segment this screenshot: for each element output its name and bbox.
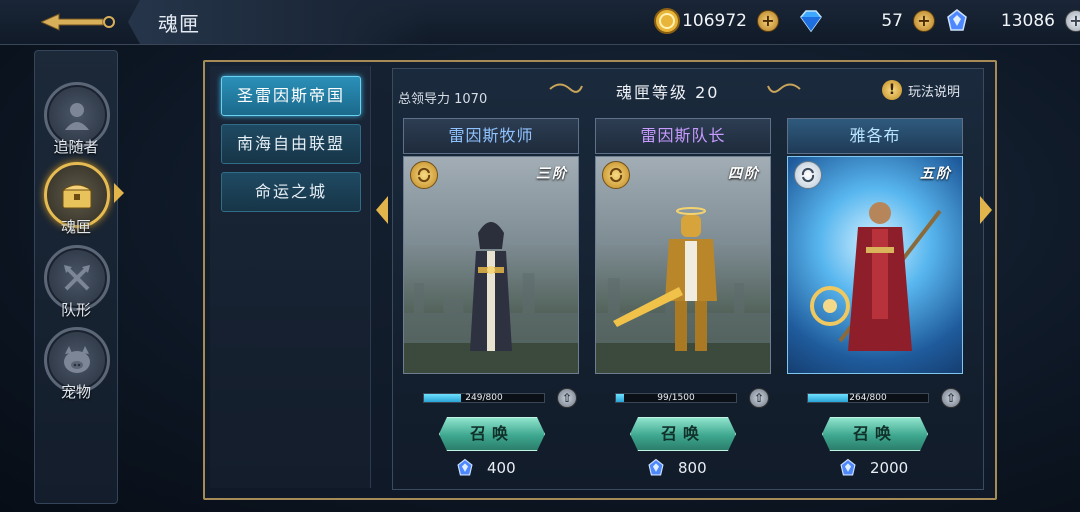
captain-figure	[613, 207, 717, 351]
sidebar-item-followers[interactable]: 追随者	[44, 82, 110, 157]
soul-progress-bar: 264/800	[807, 393, 929, 403]
soul-crystal-icon	[840, 458, 856, 476]
hero-name: 雷因斯牧师	[403, 118, 579, 154]
hero-tier: 四阶	[728, 166, 760, 182]
sidebar-item-pet[interactable]: 宠物	[44, 327, 110, 402]
summon-button[interactable]: 召唤	[439, 417, 545, 451]
add-crystal-button[interactable]: +	[1065, 10, 1080, 32]
progress-row: 99/1500 ⇧	[595, 388, 771, 408]
right-ornament-icon	[767, 83, 801, 93]
top-bar: 魂匣 106972 + 57 + 13086 +	[0, 0, 1080, 45]
upgrade-button[interactable]: ⇧	[941, 388, 961, 408]
cost-value: 2000	[870, 459, 909, 477]
summon-cost: 400	[455, 458, 516, 478]
sidebar-item-label: 宠物	[60, 383, 91, 401]
swap-icon[interactable]	[602, 161, 630, 189]
hero-name: 雷因斯队长	[595, 118, 771, 154]
help-label: 玩法说明	[908, 84, 961, 100]
info-icon: !	[882, 80, 902, 100]
gold-resource: 106972 +	[653, 6, 779, 36]
hero-tier: 三阶	[536, 166, 568, 182]
prev-page-arrow[interactable]	[376, 196, 388, 224]
hero-card-captain[interactable]: 雷因斯队长 四阶	[595, 118, 771, 374]
gold-coin-icon	[654, 8, 680, 34]
summon-cost: 2000	[838, 458, 908, 478]
swap-icon[interactable]	[794, 161, 822, 189]
crystal-value: 13086	[1000, 11, 1055, 31]
soul-crystal-icon	[648, 458, 664, 476]
hero-portrait: 四阶	[595, 156, 771, 374]
upgrade-button[interactable]: ⇧	[557, 388, 577, 408]
sidebar-item-label: 追随者	[53, 138, 99, 156]
gold-value: 106972	[682, 11, 747, 31]
diamond-icon	[800, 10, 822, 33]
summon-cost: 800	[646, 458, 707, 478]
diamond-resource: 57 +	[797, 6, 935, 36]
priest-figure	[470, 222, 512, 351]
soul-crystal-icon	[457, 458, 473, 476]
crystal-resource: 13086 +	[945, 6, 1080, 36]
sidebar-item-formation[interactable]: 队形	[44, 245, 110, 320]
tab-kingdom-1[interactable]: 圣雷因斯帝国	[221, 76, 361, 116]
add-gold-button[interactable]: +	[757, 10, 779, 32]
hero-portrait: 五阶	[787, 156, 963, 374]
next-page-arrow[interactable]	[980, 196, 992, 224]
cost-value: 400	[487, 459, 516, 477]
hero-card-jacob[interactable]: 雅各布 五阶	[787, 118, 963, 374]
cost-value: 800	[678, 459, 707, 477]
page-title: 魂匣	[158, 12, 200, 36]
soul-crystal-icon	[947, 9, 967, 31]
progress-text: 264/800	[849, 393, 887, 403]
sidebar-item-label: 队形	[60, 301, 91, 319]
hero-name: 雅各布	[787, 118, 963, 154]
hero-card-priest[interactable]: 雷因斯牧师 三阶	[403, 118, 579, 374]
back-arrow-icon	[41, 13, 115, 31]
back-button[interactable]	[36, 2, 126, 42]
progress-text: 99/1500	[657, 393, 695, 403]
progress-text: 249/800	[465, 393, 503, 403]
help-button[interactable]: ! 玩法说明	[882, 80, 960, 100]
diamond-value: 57	[881, 11, 903, 31]
soul-box-level: 魂匣等级 20	[616, 83, 720, 102]
summon-button[interactable]: 召唤	[822, 417, 928, 451]
sidebar-item-label: 魂匣	[60, 218, 91, 236]
tab-kingdom-2[interactable]: 南海自由联盟	[221, 124, 361, 164]
add-diamond-button[interactable]: +	[913, 10, 935, 32]
active-nav-pointer	[114, 183, 124, 203]
progress-row: 249/800 ⇧	[403, 388, 579, 408]
total-leadership: 总领导力 1070	[398, 92, 488, 107]
tab-kingdom-3[interactable]: 命运之城	[221, 172, 361, 212]
progress-row: 264/800 ⇧	[787, 388, 963, 408]
left-ornament-icon	[549, 83, 583, 93]
sidebar-item-soul-box[interactable]: 魂匣	[44, 162, 110, 237]
hero-portrait: 三阶	[403, 156, 579, 374]
soul-progress-bar: 99/1500	[615, 393, 737, 403]
upgrade-button[interactable]: ⇧	[749, 388, 769, 408]
summon-button[interactable]: 召唤	[630, 417, 736, 451]
swap-icon[interactable]	[410, 161, 438, 189]
hero-tier: 五阶	[920, 166, 952, 182]
soul-progress-bar: 249/800	[423, 393, 545, 403]
jacob-figure	[810, 202, 942, 351]
